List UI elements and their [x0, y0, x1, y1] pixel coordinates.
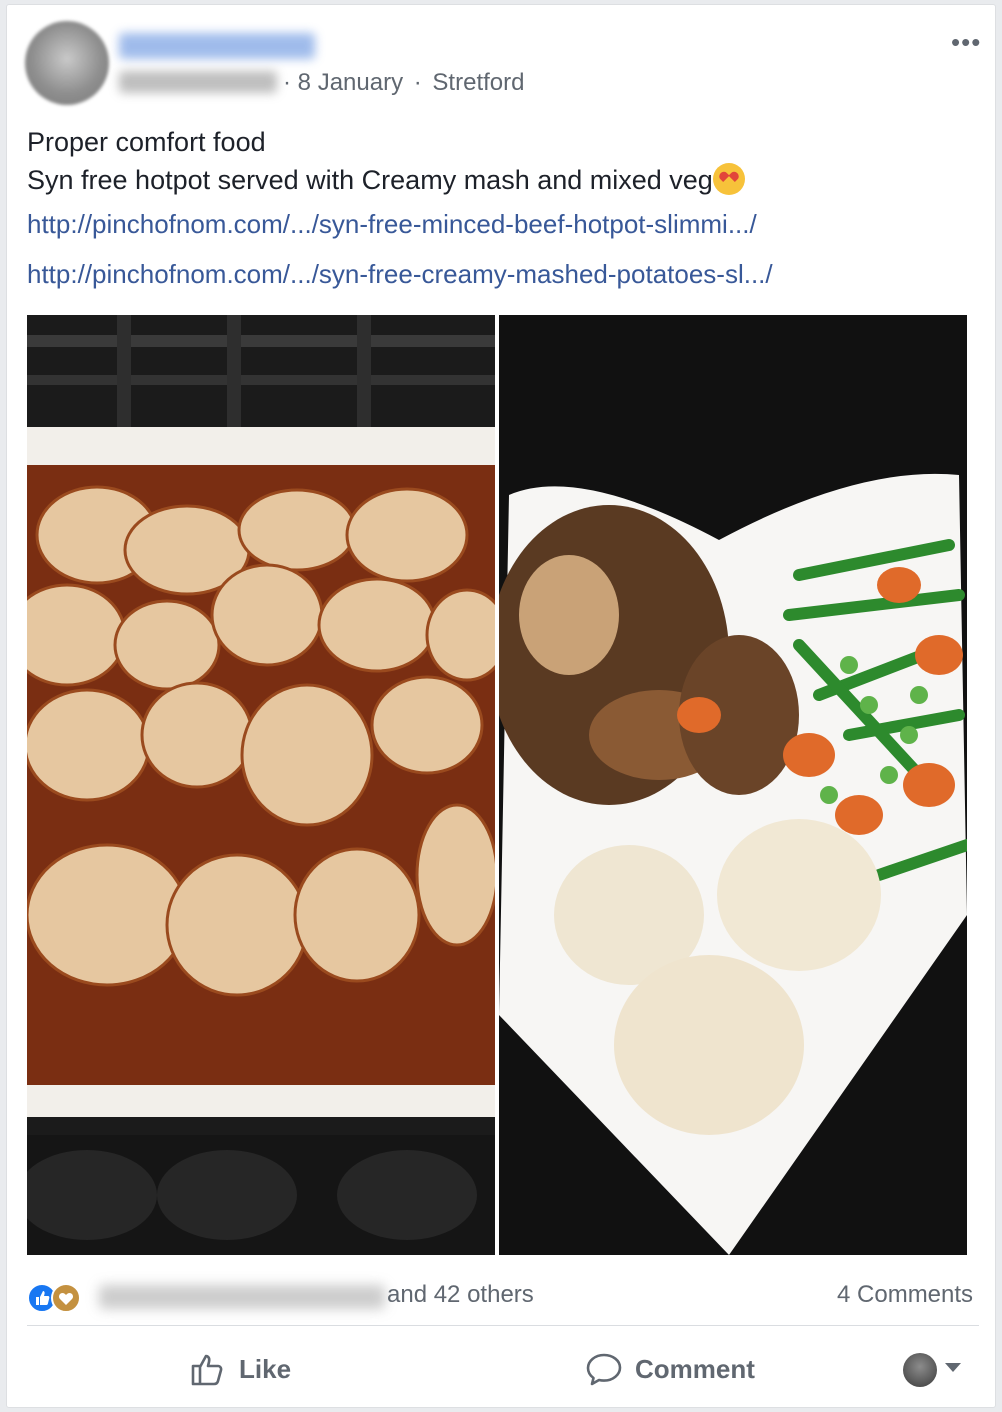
recipe-link-mash[interactable]: http://pinchofnom.com/.../syn-free-cream…	[27, 259, 773, 290]
reaction-others-count[interactable]: and 42 others	[387, 1281, 534, 1309]
viewer-avatar[interactable]	[903, 1353, 937, 1387]
author-subtitle-redacted	[119, 71, 277, 93]
recipe-link-hotpot[interactable]: http://pinchofnom.com/.../syn-free-mince…	[27, 209, 757, 240]
post-date[interactable]: 8 January	[298, 69, 403, 96]
reactor-names-redacted[interactable]	[99, 1285, 385, 1309]
thumbs-up-icon	[191, 1354, 223, 1386]
post-text-line: Syn free hotpot served with Creamy mash …	[27, 165, 713, 195]
heart-eyes-emoji-icon	[712, 163, 745, 195]
comment-label: Comment	[635, 1353, 755, 1384]
post-location[interactable]: Stretford	[432, 69, 524, 96]
meta-separator: ·	[413, 69, 422, 96]
comment-bubble-icon	[586, 1353, 622, 1386]
comment-button[interactable]: Comment	[585, 1341, 755, 1397]
like-button[interactable]: Like	[189, 1341, 291, 1397]
photo-plated-meal[interactable]	[499, 315, 967, 1255]
post-text: Proper comfort food Syn free hotpot serv…	[27, 123, 745, 199]
chevron-down-icon[interactable]	[945, 1363, 961, 1372]
meta-separator: ·	[283, 69, 291, 96]
author-avatar[interactable]	[25, 21, 109, 105]
love-reaction-icon	[51, 1283, 81, 1313]
photo-hotpot[interactable]	[27, 315, 495, 1255]
like-label: Like	[239, 1353, 292, 1384]
post-meta: · 8 January · Stretford	[283, 69, 524, 97]
actions-divider	[27, 1325, 979, 1326]
post-text-line-with-emoji: Syn free hotpot served with Creamy mash …	[27, 161, 745, 199]
more-options-icon[interactable]: •••	[951, 27, 981, 58]
comments-count[interactable]: 4 Comments	[837, 1281, 973, 1309]
post-text-line: Proper comfort food	[27, 127, 266, 157]
post-card: · 8 January · Stretford ••• Proper comfo…	[6, 4, 996, 1408]
author-name-redacted[interactable]	[119, 33, 315, 59]
